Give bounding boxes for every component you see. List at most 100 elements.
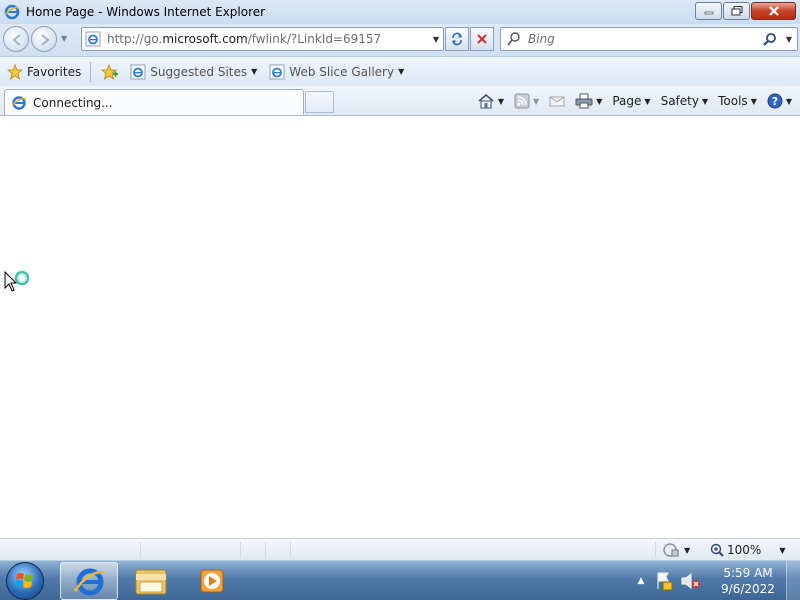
chevron-down-icon: ▼ [684, 545, 691, 555]
status-divider [265, 542, 266, 558]
status-divider [290, 542, 291, 558]
search-icon[interactable] [763, 32, 777, 46]
search-placeholder: Bing [528, 32, 555, 46]
search-options-dropdown-icon[interactable]: ▼ [786, 35, 792, 44]
zoom-control[interactable]: 100% ▼ [710, 541, 785, 559]
feeds-button[interactable]: ▼ [514, 90, 539, 112]
add-favorite-icon [101, 63, 119, 80]
minimize-button[interactable] [695, 2, 722, 20]
chevron-down-icon: ▼ [398, 67, 405, 76]
tools-menu-label: Tools [718, 94, 748, 108]
chevron-down-icon: ▼ [750, 96, 757, 106]
show-desktop-button[interactable] [786, 561, 800, 600]
home-icon [478, 94, 494, 109]
print-button[interactable]: ▼ [575, 90, 602, 112]
web-slice-gallery-link[interactable]: Web Slice Gallery ▼ [266, 61, 407, 83]
home-button[interactable]: ▼ [477, 90, 504, 112]
window-title: Home Page - Windows Internet Explorer [26, 5, 266, 19]
refresh-icon [452, 32, 462, 46]
taskbar-internet-explorer[interactable] [60, 562, 118, 600]
taskbar: ▲ 5:59 AM 9/6/2022 [0, 560, 800, 600]
clock[interactable]: 5:59 AM 9/6/2022 [710, 565, 786, 597]
url-suffix: /fwlink/?LinkId=69157 [247, 32, 382, 46]
page-menu-label: Page [612, 94, 642, 108]
window-controls [694, 2, 796, 20]
stop-button[interactable] [470, 27, 494, 51]
internet-explorer-icon [4, 4, 20, 20]
svg-text:?: ? [772, 95, 778, 108]
back-button[interactable] [3, 26, 29, 52]
read-mail-button[interactable] [549, 90, 565, 112]
zoom-level: 100% [727, 543, 762, 557]
refresh-button[interactable] [445, 27, 469, 51]
help-icon: ? [767, 93, 783, 109]
favorites-label: Favorites [27, 64, 82, 79]
favorites-bar: Favorites Suggested Sites ▼ Web Slice Ga… [0, 56, 800, 86]
volume-muted-icon[interactable] [680, 571, 702, 591]
status-bar: ▼ 100% ▼ [0, 538, 800, 560]
suggested-sites-link[interactable]: Suggested Sites ▼ [127, 61, 260, 83]
page-menu[interactable]: Page ▼ [612, 90, 650, 112]
address-dropdown-icon[interactable]: ▼ [433, 35, 439, 44]
page-content[interactable] [0, 117, 800, 538]
tools-menu[interactable]: Tools ▼ [718, 90, 757, 112]
status-divider [655, 542, 656, 558]
system-tray: ▲ 5:59 AM 9/6/2022 [632, 561, 800, 600]
forward-button[interactable] [31, 26, 57, 52]
windows-logo-icon [15, 573, 33, 588]
clock-date: 9/6/2022 [721, 582, 775, 596]
ie-page-icon [130, 64, 146, 79]
rss-feed-icon [514, 93, 530, 109]
folder-icon [135, 569, 167, 595]
web-slice-gallery-label: Web Slice Gallery [289, 64, 395, 79]
chevron-down-icon[interactable]: ▼ [498, 97, 504, 106]
chevron-down-icon[interactable]: ▼ [596, 97, 602, 106]
forward-arrow-icon [41, 34, 50, 46]
favorites-divider [90, 61, 92, 82]
internet-explorer-icon [73, 568, 106, 596]
restore-icon [731, 6, 742, 16]
search-provider-icon [507, 32, 520, 46]
close-icon [768, 6, 779, 16]
new-tab-button[interactable] [305, 91, 334, 113]
show-hidden-icons-button[interactable]: ▲ [632, 576, 650, 586]
command-bar: Connecting... ▼ ▼ ▼ Page ▼ Safety ▼ Tool… [0, 86, 800, 116]
url-prefix: http://go. [107, 32, 163, 46]
tab-connecting[interactable]: Connecting... [4, 89, 304, 115]
zoom-icon [710, 543, 724, 557]
url-domain: microsoft.com [162, 32, 248, 46]
chevron-down-icon: ▼ [644, 96, 651, 106]
chevron-down-icon: ▼ [251, 67, 258, 76]
chevron-down-icon[interactable]: ▼ [533, 97, 539, 106]
back-arrow-icon [12, 34, 21, 46]
safety-menu[interactable]: Safety ▼ [661, 90, 709, 112]
safety-menu-label: Safety [660, 94, 699, 108]
taskbar-windows-explorer[interactable] [122, 562, 180, 600]
add-to-favorites-bar-button[interactable] [97, 61, 121, 83]
command-buttons: ▼ ▼ ▼ Page ▼ Safety ▼ Tools ▼ ? ▼ [467, 90, 792, 112]
taskbar-media-player[interactable] [182, 562, 240, 600]
favorites-star-icon [7, 63, 23, 80]
chevron-down-icon: ▼ [785, 96, 792, 106]
help-menu[interactable]: ? ▼ [767, 90, 792, 112]
printer-icon [575, 93, 593, 109]
start-button[interactable] [6, 562, 44, 600]
stop-icon [477, 34, 487, 44]
favorites-button[interactable]: Favorites [4, 61, 84, 83]
close-button[interactable] [751, 2, 796, 20]
restore-button[interactable] [723, 2, 750, 20]
minimize-icon [704, 11, 713, 15]
address-bar[interactable]: http://go.microsoft.com/fwlink/?LinkId=6… [81, 27, 444, 51]
chevron-down-icon: ▼ [701, 96, 709, 106]
internet-explorer-icon [11, 95, 27, 110]
status-divider [240, 542, 241, 558]
protected-mode-indicator[interactable]: ▼ [662, 542, 690, 558]
page-icon [85, 31, 101, 47]
protected-mode-icon [663, 543, 679, 557]
ie-page-icon [269, 64, 285, 79]
action-center-icon[interactable] [654, 571, 676, 591]
search-box[interactable]: Bing ▼ [500, 27, 798, 51]
media-player-icon [200, 569, 224, 593]
title-bar: Home Page - Windows Internet Explorer [0, 0, 800, 24]
recent-pages-dropdown[interactable]: ▼ [61, 34, 69, 43]
